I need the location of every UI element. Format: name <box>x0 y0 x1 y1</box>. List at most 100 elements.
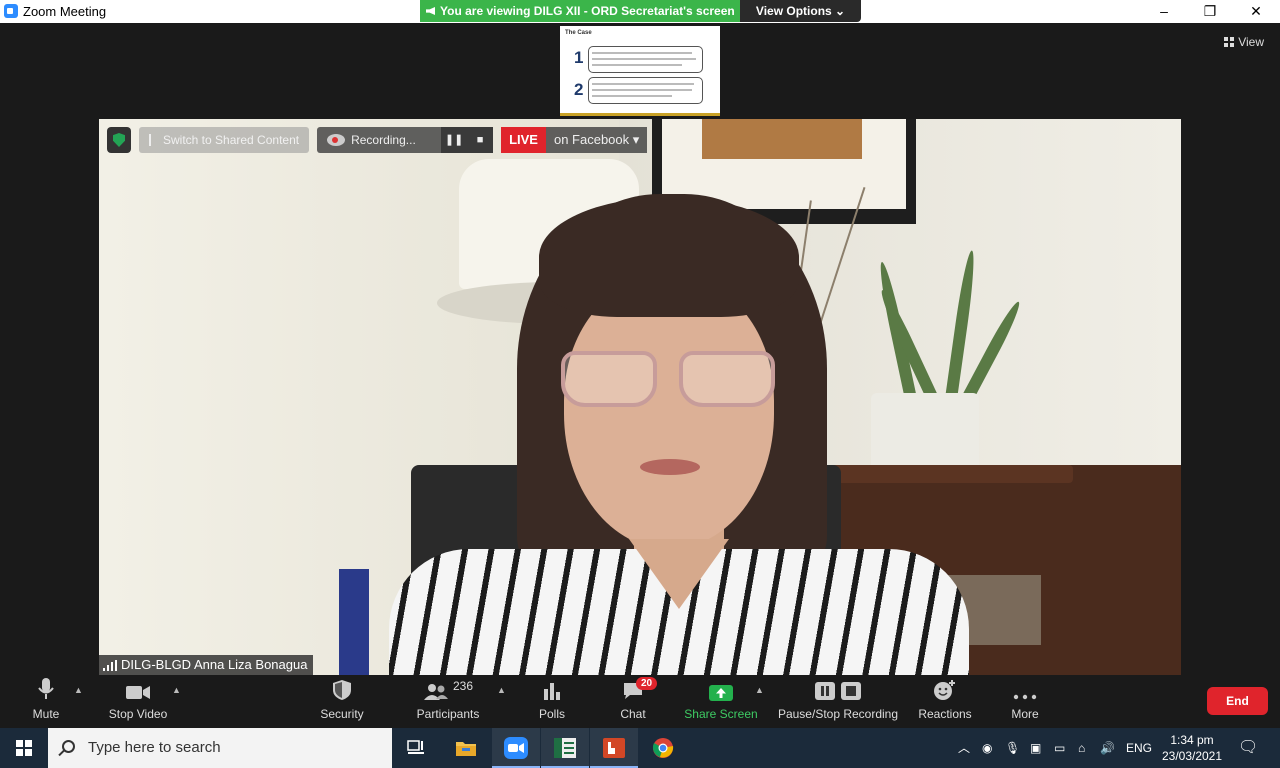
search-icon <box>62 740 75 753</box>
mute-button[interactable]: Mute <box>20 675 72 728</box>
security-button[interactable]: Security <box>316 675 368 728</box>
recording-controls-icon <box>776 675 900 703</box>
chrome-icon <box>652 738 674 758</box>
share-options-caret-icon[interactable]: ▲ <box>755 685 764 695</box>
grid-icon <box>1224 37 1235 47</box>
folder-icon <box>456 742 476 756</box>
stop-video-button[interactable]: Stop Video <box>105 675 171 728</box>
pause-stop-recording-button[interactable]: Pause/Stop Recording <box>776 675 900 728</box>
video-camera-icon <box>105 675 171 703</box>
language-indicator[interactable]: ENG <box>1126 728 1152 768</box>
notifications-icon[interactable]: 🗨 <box>1238 728 1258 768</box>
participants-label: Participants <box>416 707 480 721</box>
view-options-button[interactable]: View Options ⌄ <box>740 0 861 22</box>
meeting-stage: The Case 1 2 View Switch to Shared Conte… <box>0 23 1280 675</box>
webcam-tray-icon[interactable]: ◉ <box>982 728 992 768</box>
network-tray-icon[interactable]: ⌂ <box>1078 728 1085 768</box>
video-options-caret-icon[interactable]: ▲ <box>172 685 181 695</box>
volume-tray-icon[interactable]: 🔊 <box>1100 728 1115 768</box>
system-clock[interactable]: 1:34 pm 23/03/2021 <box>1160 732 1224 764</box>
recording-controls: Recording... ❚❚ ■ <box>317 127 494 153</box>
restore-button[interactable]: ❐ <box>1187 0 1233 23</box>
audio-options-caret-icon[interactable]: ▲ <box>74 685 83 695</box>
task-view-button[interactable] <box>392 728 440 768</box>
view-layout-button[interactable]: View <box>1218 32 1270 52</box>
task-view-icon <box>407 740 424 754</box>
close-button[interactable]: ✕ <box>1233 0 1279 23</box>
reactions-button[interactable]: Reactions <box>914 675 976 728</box>
share-screen-icon <box>684 675 758 703</box>
participants-options-caret-icon[interactable]: ▲ <box>497 685 506 695</box>
frame-art <box>702 119 862 159</box>
thumbnail-text-line <box>592 52 692 54</box>
share-screen-button[interactable]: Share Screen <box>684 675 758 728</box>
switch-to-shared-content-button[interactable]: Switch to Shared Content <box>139 127 310 153</box>
mute-label: Mute <box>32 707 60 721</box>
document-app-icon <box>554 738 576 758</box>
more-button[interactable]: More <box>1002 675 1048 728</box>
top-overlay-bar: Switch to Shared Content Recording... ❚❚… <box>107 127 648 153</box>
glasses-lens <box>679 351 775 407</box>
glasses <box>561 351 779 407</box>
polls-button[interactable]: Polls <box>530 675 574 728</box>
windows-logo-icon <box>16 740 32 756</box>
stop-recording-button[interactable]: ■ <box>467 127 494 153</box>
security-label: Security <box>320 707 364 721</box>
thumbnail-text-line <box>592 58 696 60</box>
search-placeholder: Type here to search <box>88 739 221 756</box>
show-hidden-icons-chevron-icon[interactable]: ︿ <box>958 728 970 768</box>
clock-time: 1:34 pm <box>1170 733 1214 747</box>
more-ellipsis-icon <box>1002 675 1048 703</box>
pause-recording-button[interactable]: ❚❚ <box>441 127 468 153</box>
encryption-shield-icon[interactable] <box>107 127 131 153</box>
live-destination-dropdown[interactable]: on Facebook ▾ <box>545 127 648 153</box>
thumbnail-item-number: 2 <box>574 80 584 99</box>
viewing-banner: You are viewing DILG XII - ORD Secretari… <box>420 0 740 22</box>
participants-button[interactable]: 236 Participants <box>412 675 484 728</box>
file-explorer-taskbar-button[interactable] <box>442 728 490 768</box>
powerpoint-taskbar-button[interactable] <box>590 728 638 768</box>
battery-tray-icon[interactable]: ▭ <box>1054 728 1065 768</box>
switch-to-shared-content-label: Switch to Shared Content <box>163 133 300 147</box>
glasses-lens <box>561 351 657 407</box>
livestream-indicator: LIVE on Facebook ▾ <box>501 127 648 153</box>
minimize-button[interactable]: – <box>1141 0 1187 23</box>
participant-name: DILG-BLGD Anna Liza Bonagua <box>121 657 308 672</box>
share-screen-label: Share Screen <box>684 707 758 721</box>
reactions-label: Reactions <box>918 707 972 721</box>
participant-video <box>99 119 1181 675</box>
chat-label: Chat <box>620 707 646 721</box>
zoom-app-icon <box>504 737 528 759</box>
end-meeting-button[interactable]: End <box>1207 687 1268 715</box>
pin-icon <box>149 134 157 146</box>
zoom-taskbar-button[interactable] <box>492 728 540 768</box>
thumbnail-text-line <box>592 64 682 66</box>
chat-unread-badge: 20 <box>636 677 658 690</box>
view-layout-label: View <box>1238 35 1264 49</box>
flag <box>339 569 369 675</box>
microphone-tray-icon[interactable]: 🎙 <box>1005 728 1020 768</box>
thumbnail-item-number: 1 <box>574 48 584 67</box>
participants-count: 236 <box>452 679 474 693</box>
thumbnail-text-line <box>592 83 694 85</box>
thumbnail-text-line <box>592 95 672 97</box>
pause-stop-recording-label: Pause/Stop Recording <box>777 707 899 721</box>
chrome-taskbar-button[interactable] <box>639 728 687 768</box>
meeting-toolbar: Mute ▲ Stop Video ▲ Security 236 Partici… <box>0 675 1280 728</box>
chat-button[interactable]: 20 Chat <box>610 675 658 728</box>
thumbnail-title: The Case <box>565 30 592 36</box>
start-button[interactable] <box>0 728 48 768</box>
polls-icon <box>530 675 574 703</box>
microphone-icon <box>20 675 72 703</box>
polls-label: Polls <box>538 707 565 721</box>
live-badge: LIVE <box>501 127 546 153</box>
recording-label: Recording... <box>351 133 416 147</box>
window-title: Zoom Meeting <box>23 4 107 19</box>
shared-screen-thumbnail[interactable]: The Case 1 2 <box>560 26 720 116</box>
more-label: More <box>1011 707 1039 721</box>
taskbar-search-box[interactable]: Type here to search <box>48 728 392 768</box>
person-lips <box>640 459 700 475</box>
spreadsheet-taskbar-button[interactable] <box>541 728 589 768</box>
windows-taskbar: Type here to search ︿ ◉ 🎙 ▣ ▭ ⌂ 🔊 ENG 1:… <box>0 728 1280 768</box>
meet-now-tray-icon[interactable]: ▣ <box>1030 728 1041 768</box>
